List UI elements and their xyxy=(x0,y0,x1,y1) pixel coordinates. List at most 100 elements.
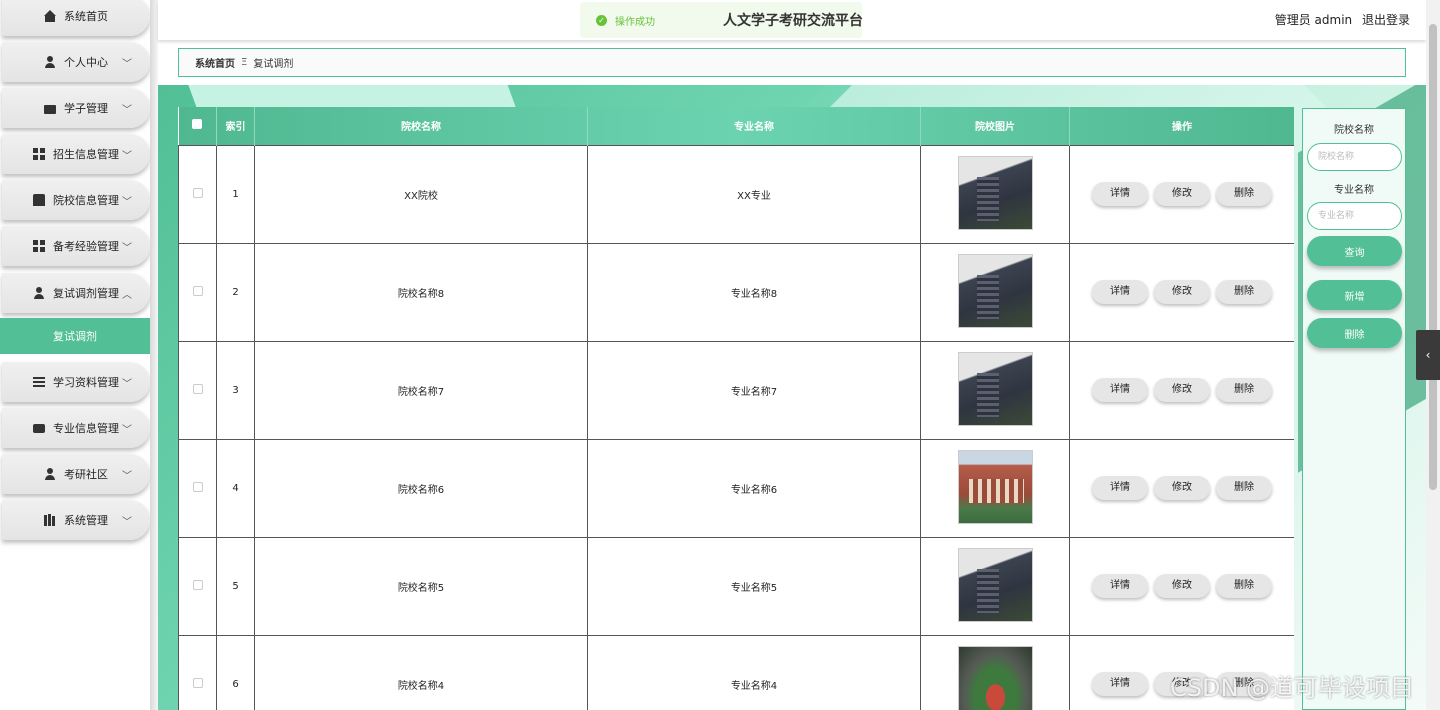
row-image-cell xyxy=(920,340,1070,440)
select-all-cell[interactable] xyxy=(178,107,217,145)
table-row: 2 院校名称8 专业名称8 详情 修改 删除 xyxy=(178,242,1294,342)
breadcrumb: 系统首页 Ξ 复试调剂 xyxy=(178,48,1406,77)
user-icon xyxy=(44,468,56,480)
sidebar-item-community[interactable]: 考研社区 ﹀ xyxy=(2,454,150,494)
top-header: ✓ 操作成功 人文学子考研交流平台 管理员 admin 退出登录 xyxy=(158,0,1426,40)
edit-button[interactable]: 修改 xyxy=(1154,280,1210,304)
detail-button[interactable]: 详情 xyxy=(1092,378,1148,402)
school-image[interactable] xyxy=(957,449,1033,524)
sidebar-item-major-info[interactable]: 专业信息管理 ﹀ xyxy=(2,408,150,448)
edit-button[interactable]: 修改 xyxy=(1154,476,1210,500)
sidebar-item-exam-experience[interactable]: 备考经验管理 ﹀ xyxy=(2,226,150,266)
row-major-name: 专业名称7 xyxy=(587,340,921,440)
chat-icon xyxy=(33,423,45,433)
sidebar-item-label: 备考经验管理 xyxy=(53,240,119,253)
sidebar-item-school-info[interactable]: 院校信息管理 ﹀ xyxy=(2,180,150,220)
edit-button[interactable]: 修改 xyxy=(1154,378,1210,402)
chevron-down-icon: ﹀ xyxy=(122,517,132,528)
row-major-name: XX专业 xyxy=(587,144,921,244)
table-header-row: 索引 院校名称 专业名称 院校图片 操作 xyxy=(178,107,1294,145)
bar-chart-icon xyxy=(44,514,56,526)
chevron-down-icon: ﹀ xyxy=(122,471,132,482)
school-name-input[interactable] xyxy=(1307,143,1402,171)
table-row: 5 院校名称5 专业名称5 详情 修改 删除 xyxy=(178,536,1294,636)
detail-button[interactable]: 详情 xyxy=(1092,182,1148,206)
major-name-input[interactable] xyxy=(1307,202,1402,230)
row-select-cell[interactable] xyxy=(178,242,217,342)
sidebar-subitem-retest[interactable]: 复试调剂 xyxy=(0,318,150,354)
detail-button[interactable]: 详情 xyxy=(1092,672,1148,696)
delete-button[interactable]: 删除 xyxy=(1216,280,1272,304)
batch-delete-button[interactable]: 删除 xyxy=(1307,318,1402,348)
chevron-down-icon: ﹀ xyxy=(122,59,132,70)
detail-button[interactable]: 详情 xyxy=(1092,476,1148,500)
row-checkbox[interactable] xyxy=(192,187,203,198)
sidebar-item-label: 专业信息管理 xyxy=(53,422,119,435)
chevron-down-icon: ﹀ xyxy=(122,243,132,254)
row-select-cell[interactable] xyxy=(178,536,217,636)
column-header-school: 院校名称 xyxy=(254,107,588,145)
sidebar-item-home[interactable]: 系统首页 xyxy=(2,0,150,36)
add-button[interactable]: 新增 xyxy=(1307,280,1402,310)
sidebar-item-system-management[interactable]: 系统管理 ﹀ xyxy=(2,500,150,540)
breadcrumb-home[interactable]: 系统首页 xyxy=(195,55,235,70)
sidebar-item-personal-center[interactable]: 个人中心 ﹀ xyxy=(2,42,150,82)
column-header-index: 索引 xyxy=(216,107,255,145)
sidebar-item-label: 学子管理 xyxy=(64,102,108,115)
sidebar-item-admission-info[interactable]: 招生信息管理 ﹀ xyxy=(2,134,150,174)
sidebar-item-study-materials[interactable]: 学习资料管理 ﹀ xyxy=(2,362,150,402)
sidebar-item-retest-adjustment[interactable]: 复试调剂管理 ︿ xyxy=(2,273,150,313)
row-actions: 详情 修改 删除 xyxy=(1069,340,1294,440)
row-actions: 详情 修改 删除 xyxy=(1069,144,1294,244)
row-index: 1 xyxy=(216,144,255,244)
row-checkbox[interactable] xyxy=(192,481,203,492)
row-checkbox[interactable] xyxy=(192,579,203,590)
home-icon xyxy=(44,10,56,22)
table-row: 4 院校名称6 专业名称6 详情 修改 删除 xyxy=(178,438,1294,538)
sidebar-item-label: 系统首页 xyxy=(64,10,108,23)
delete-button[interactable]: 删除 xyxy=(1216,574,1272,598)
sidebar-item-label: 院校信息管理 xyxy=(53,194,119,207)
table-row: 1 XX院校 XX专业 详情 修改 删除 xyxy=(178,144,1294,244)
row-checkbox[interactable] xyxy=(192,285,203,296)
detail-button[interactable]: 详情 xyxy=(1092,574,1148,598)
grid-icon xyxy=(33,240,45,252)
sidebar-item-student-management[interactable]: 学子管理 ﹀ xyxy=(2,88,150,128)
table-row: 6 院校名称4 专业名称4 详情 修改 删除 xyxy=(178,634,1294,710)
query-button[interactable]: 查询 xyxy=(1307,236,1402,266)
select-all-checkbox[interactable] xyxy=(192,119,203,130)
delete-button[interactable]: 删除 xyxy=(1216,476,1272,500)
edit-button[interactable]: 修改 xyxy=(1154,182,1210,206)
chevron-down-icon: ﹀ xyxy=(122,425,132,436)
row-select-cell[interactable] xyxy=(178,144,217,244)
header-user-area: 管理员 admin 退出登录 xyxy=(1269,11,1410,28)
row-checkbox[interactable] xyxy=(192,677,203,688)
chevron-left-icon[interactable]: ‹ xyxy=(1416,330,1440,380)
detail-button[interactable]: 详情 xyxy=(1092,280,1148,304)
edit-button[interactable]: 修改 xyxy=(1154,574,1210,598)
watermark-text: CSDN @道可毕设项目 xyxy=(1170,674,1415,702)
row-select-cell[interactable] xyxy=(178,340,217,440)
chevron-down-icon: ﹀ xyxy=(122,105,132,116)
scrollbar-thumb[interactable] xyxy=(1429,24,1437,490)
school-image[interactable] xyxy=(957,645,1033,710)
row-index: 2 xyxy=(216,242,255,342)
chevron-down-icon: ﹀ xyxy=(122,379,132,390)
page-title: 人文学子考研交流平台 xyxy=(723,13,863,29)
school-image[interactable] xyxy=(957,253,1033,328)
row-select-cell[interactable] xyxy=(178,634,217,710)
table-row: 3 院校名称7 专业名称7 详情 修改 删除 xyxy=(178,340,1294,440)
logout-link[interactable]: 退出登录 xyxy=(1362,13,1410,27)
row-major-name: 专业名称4 xyxy=(587,634,921,710)
delete-button[interactable]: 删除 xyxy=(1216,182,1272,206)
school-image[interactable] xyxy=(957,155,1033,230)
delete-button[interactable]: 删除 xyxy=(1216,378,1272,402)
sidebar-divider xyxy=(150,0,158,710)
school-image[interactable] xyxy=(957,547,1033,622)
school-image[interactable] xyxy=(957,351,1033,426)
sidebar-item-label: 学习资料管理 xyxy=(53,376,119,389)
data-table: 索引 院校名称 专业名称 院校图片 操作 1 XX院校 XX专业 详情 修改 删除 … xyxy=(178,107,1294,710)
row-checkbox[interactable] xyxy=(192,383,203,394)
row-index: 4 xyxy=(216,438,255,538)
row-select-cell[interactable] xyxy=(178,438,217,538)
